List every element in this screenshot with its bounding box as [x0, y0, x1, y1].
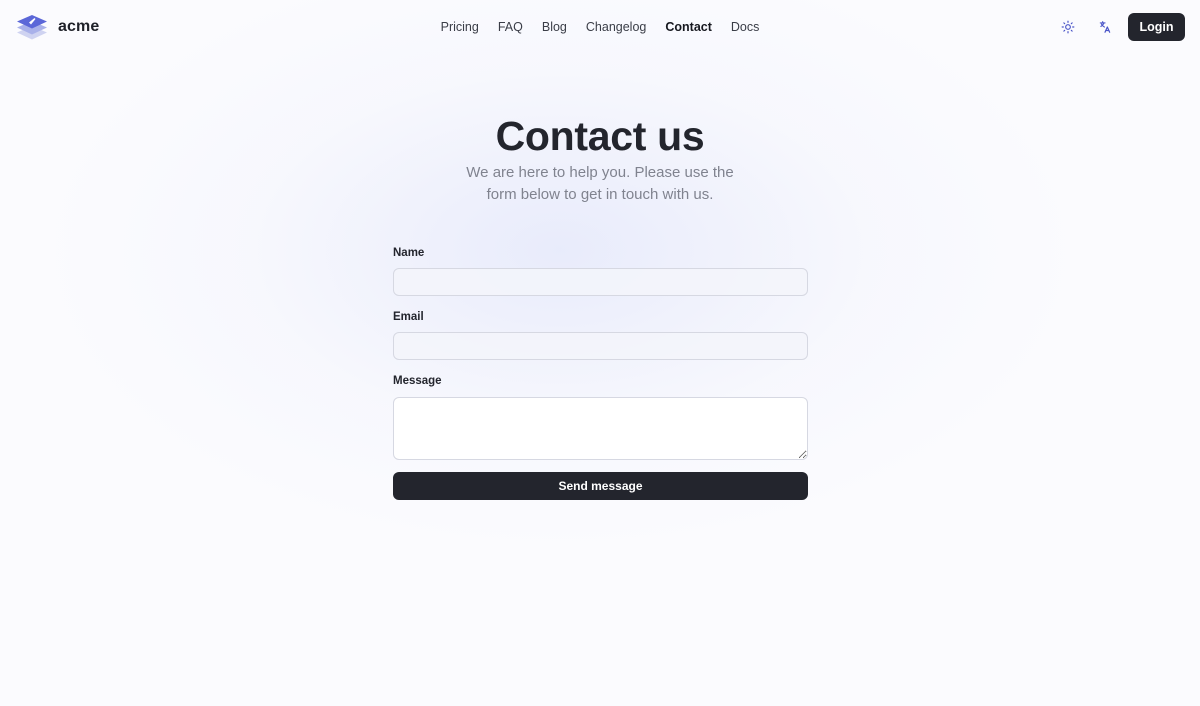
nav-link-changelog[interactable]: Changelog [586, 20, 646, 34]
acme-logo-icon [17, 15, 47, 40]
email-label: Email [393, 311, 424, 323]
sun-icon [1061, 20, 1075, 34]
brand-logo-link[interactable]: acme [16, 12, 99, 42]
brand-name: acme [58, 18, 100, 35]
language-button[interactable] [1094, 16, 1116, 38]
nav-link-blog[interactable]: Blog [542, 20, 567, 34]
login-button[interactable]: Login [1128, 13, 1185, 41]
nav-link-faq[interactable]: FAQ [498, 20, 523, 34]
name-label: Name [393, 247, 425, 259]
page-subtitle: We are here to help you. Please use the … [466, 164, 734, 203]
nav-link-contact[interactable]: Contact [665, 20, 712, 34]
name-input[interactable] [393, 268, 808, 296]
message-label: Message [393, 375, 442, 387]
site-header: acme Pricing FAQ Blog Changelog Contact … [0, 0, 1200, 54]
main-nav: Pricing FAQ Blog Changelog Contact Docs [0, 0, 1200, 54]
nav-link-docs[interactable]: Docs [731, 20, 759, 34]
email-input[interactable] [393, 332, 808, 360]
nav-link-pricing[interactable]: Pricing [441, 20, 479, 34]
page-title: Contact us [495, 113, 705, 159]
message-textarea[interactable] [393, 397, 808, 460]
send-message-button[interactable]: Send message [393, 472, 808, 500]
translate-icon [1099, 21, 1111, 33]
theme-toggle-button[interactable] [1057, 16, 1079, 38]
